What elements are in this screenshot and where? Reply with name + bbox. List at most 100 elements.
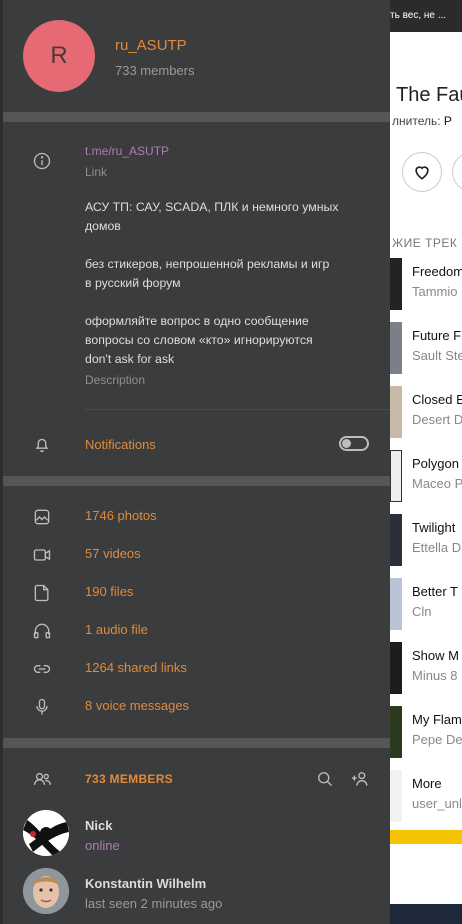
media-row-links[interactable]: 1264 shared links: [3, 650, 390, 688]
section-divider: [3, 112, 390, 122]
description-line: АСУ ТП: САУ, SCADA, ПЛК и немного умных: [85, 200, 339, 214]
track-title: My Flam: [412, 712, 462, 727]
toggle-knob: [342, 439, 351, 448]
background-artist-prefix: лнитель:: [392, 114, 444, 128]
link-icon: [31, 658, 53, 680]
media-row-voice[interactable]: 8 voice messages: [3, 688, 390, 726]
media-row-audio[interactable]: 1 audio file: [3, 612, 390, 650]
player-progress-strip: [390, 830, 462, 844]
track-item[interactable]: Show M Minus 8: [390, 642, 462, 702]
bell-icon: [31, 433, 53, 455]
track-item[interactable]: Future F Sault Ste: [390, 322, 462, 382]
like-button[interactable]: [402, 152, 442, 192]
chat-avatar-letter: R: [50, 42, 68, 69]
track-item[interactable]: Better T Cln: [390, 578, 462, 638]
track-item[interactable]: Polygon Maceo P: [390, 450, 462, 510]
track-title: Freedom: [412, 264, 462, 279]
media-label: 1264 shared links: [85, 660, 187, 675]
track-title: Twilight: [412, 520, 456, 535]
track-artist: Minus 8: [412, 668, 458, 683]
chat-title: ru_ASUTP: [115, 37, 187, 54]
member-name: Nick: [85, 818, 113, 833]
section-divider: [3, 738, 390, 748]
description-line: оформляйте вопрос в одно сообщение: [85, 314, 309, 328]
track-cover: [390, 258, 402, 310]
track-item[interactable]: More user_unl: [390, 770, 462, 830]
photo-icon: [31, 506, 53, 528]
track-item[interactable]: Freedom Tammio: [390, 258, 462, 318]
description-caption: Description: [85, 373, 146, 387]
member-avatar: [23, 810, 69, 856]
track-artist: Cln: [412, 604, 432, 619]
member-status: online: [85, 838, 120, 853]
media-label: 1 audio file: [85, 622, 148, 637]
track-artist: Sault Ste: [412, 348, 462, 363]
track-cover: [390, 514, 402, 566]
more-actions-button[interactable]: [452, 152, 462, 192]
background-album-title: The Fau: [396, 84, 462, 106]
member-status: last seen 2 minutes ago: [85, 896, 223, 911]
notifications-toggle[interactable]: [339, 436, 369, 451]
track-title: Show M: [412, 648, 459, 663]
taskbar-strip: [390, 904, 462, 924]
track-cover: [390, 706, 402, 758]
media-row-files[interactable]: 190 files: [3, 574, 390, 612]
video-icon: [31, 544, 53, 566]
member-item[interactable]: Konstantin Wilhelm last seen 2 minutes a…: [3, 868, 390, 920]
info-icon: [31, 150, 53, 172]
track-artist: Ettella D: [412, 540, 462, 555]
member-name: Konstantin Wilhelm: [85, 876, 207, 891]
file-icon: [31, 582, 53, 604]
background-artist-name[interactable]: Р: [444, 114, 452, 128]
member-avatar: [23, 868, 69, 914]
member-item[interactable]: Nick online: [3, 810, 390, 862]
track-title: Closed E: [412, 392, 462, 407]
track-cover: [390, 770, 402, 822]
track-item[interactable]: My Flam Pepe De: [390, 706, 462, 766]
track-item[interactable]: Twilight Ettella D: [390, 514, 462, 574]
media-label: 8 voice messages: [85, 698, 190, 713]
background-artist-line: лнитель: Р: [392, 114, 452, 128]
track-title: Polygon: [412, 456, 459, 471]
track-artist: Desert D: [412, 412, 462, 427]
similar-tracks-heading: ЖИЕ ТРЕК: [392, 236, 458, 250]
add-member-icon[interactable]: [350, 768, 372, 790]
description-line: домов: [85, 219, 121, 233]
media-label: 190 files: [85, 584, 134, 599]
headphones-icon: [31, 620, 53, 642]
chat-avatar[interactable]: R: [23, 20, 95, 92]
description-line: don't ask for ask: [85, 352, 175, 366]
background-web-page: ть вес, не ... The Fau лнитель: Р ЖИЕ ТР…: [390, 0, 462, 924]
section-divider: [3, 476, 390, 486]
background-tab-title[interactable]: ть вес, не ...: [390, 0, 462, 32]
track-item[interactable]: Closed E Desert D: [390, 386, 462, 446]
description-line: без стикеров, непрошенной рекламы и игр: [85, 257, 330, 271]
track-title: Better T: [412, 584, 459, 599]
chat-member-count: 733 members: [115, 63, 195, 78]
description-line: в русский форум: [85, 276, 181, 290]
track-cover: [390, 450, 402, 502]
media-label: 57 videos: [85, 546, 141, 561]
search-icon[interactable]: [314, 768, 336, 790]
media-row-photos[interactable]: 1746 photos: [3, 498, 390, 536]
media-label: 1746 photos: [85, 508, 157, 523]
track-artist: Maceo P: [412, 476, 462, 491]
microphone-icon: [31, 696, 53, 718]
heart-icon: [415, 166, 429, 180]
track-cover: [390, 322, 402, 374]
track-artist: user_unl: [412, 796, 462, 811]
members-icon: [31, 768, 53, 790]
track-cover: [390, 578, 402, 630]
track-cover: [390, 642, 402, 694]
track-artist: Tammio: [412, 284, 458, 299]
track-title: Future F: [412, 328, 462, 343]
track-title: More: [412, 776, 442, 791]
members-section-title: 733 MEMBERS: [85, 772, 173, 786]
media-row-videos[interactable]: 57 videos: [3, 536, 390, 574]
track-cover: [390, 386, 402, 438]
invite-link[interactable]: t.me/ru_ASUTP: [85, 144, 169, 158]
notifications-label[interactable]: Notifications: [85, 437, 156, 452]
link-caption: Link: [85, 165, 108, 179]
description-separator: [85, 409, 390, 410]
chat-info-panel: R ru_ASUTP 733 members t.me/ru_ASUTP Lin…: [0, 0, 390, 924]
